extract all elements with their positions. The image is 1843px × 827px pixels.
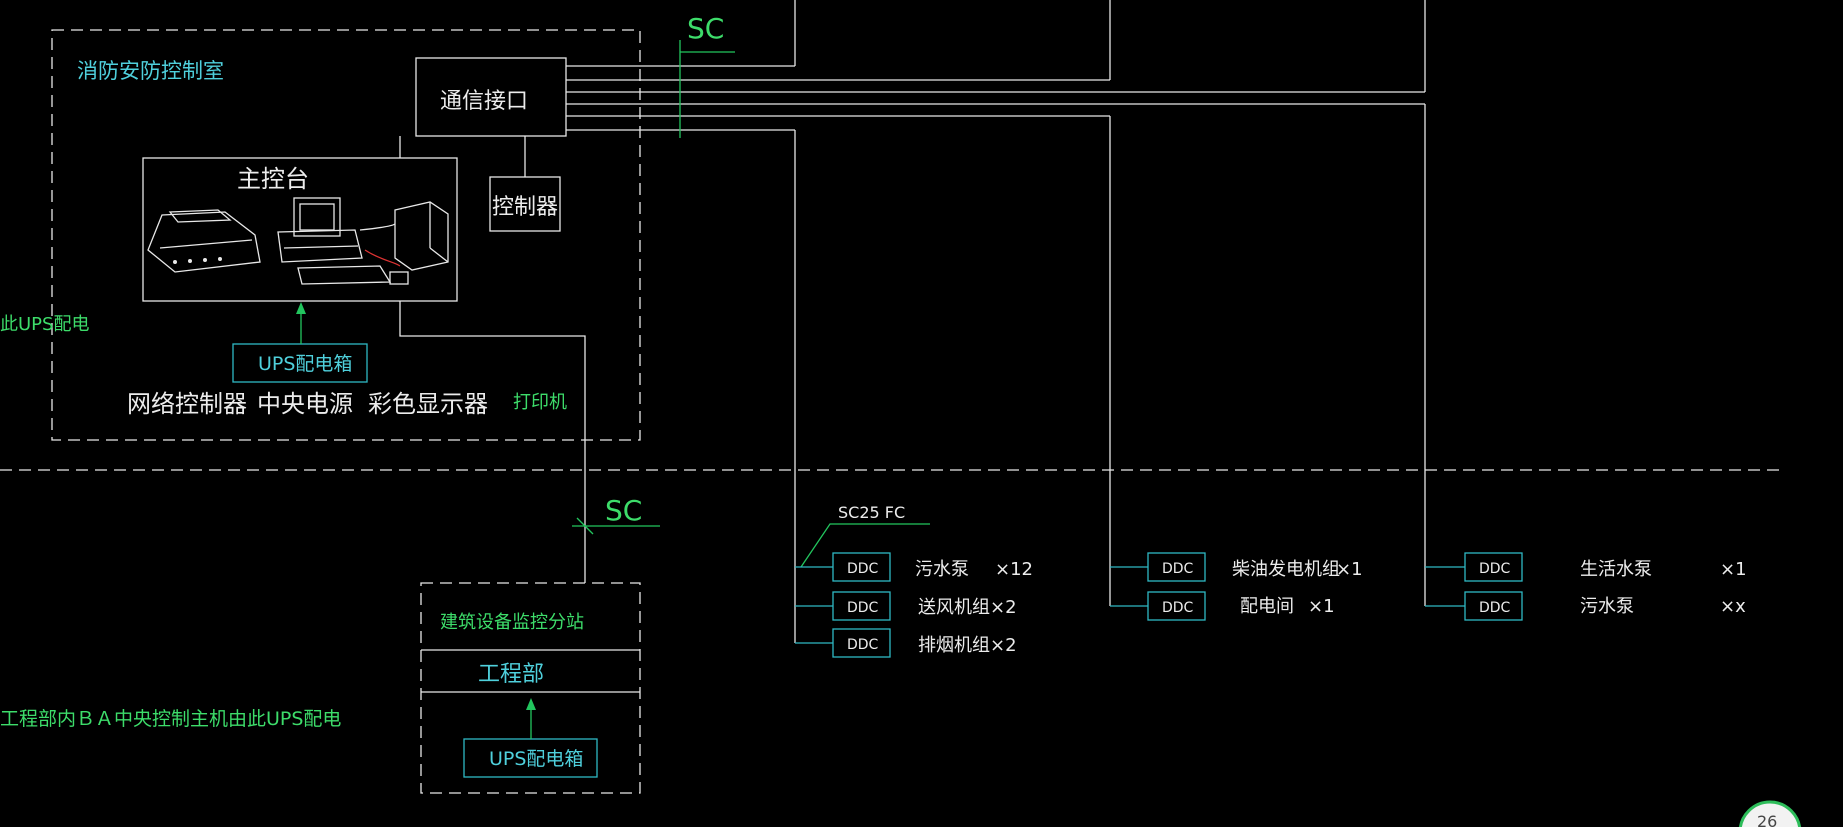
ddc-item-qty: ×2: [990, 635, 1017, 656]
label-color-display: 彩色显示器: [368, 390, 488, 418]
ba-note: 工程部内ＢＡ中央控制主机由此UPS配电: [0, 708, 341, 730]
ddc-item-name: 送风机组: [918, 597, 990, 618]
ddc-item-name: 污水泵: [915, 559, 969, 580]
computer-icon: [277, 197, 409, 285]
ups-label-control-room: UPS配电箱: [258, 353, 352, 375]
ddc-label: DDC: [847, 637, 879, 653]
ddc-label: DDC: [1162, 561, 1194, 577]
substation-dept: 工程部: [478, 662, 544, 687]
zoom-badge-label: 26: [1757, 812, 1777, 827]
ddc-group-3: DDC DDC 生活水泵 ×1 污水泵 ×x: [1425, 552, 1747, 621]
display-icon: [359, 201, 449, 271]
ddc-item-qty: ×2: [990, 597, 1017, 618]
ups-note: 此UPS配电: [0, 314, 89, 335]
ddc-label: DDC: [847, 561, 879, 577]
zoom-badge[interactable]: 26: [1738, 800, 1802, 827]
console-label: 主控台: [237, 165, 309, 193]
ddc-item-qty: ×x: [1720, 596, 1746, 617]
ddc-feed-label: SC25 FC: [838, 503, 905, 522]
ddc-label: DDC: [847, 600, 879, 616]
ddc-item-name: 配电间: [1240, 596, 1294, 617]
schematic-canvas: 消防安防控制室 通信接口 控制器 主控台 UPS配电箱 网络控制器 中央电源 彩…: [0, 0, 1802, 827]
ddc-item-qty: ×1: [1336, 559, 1363, 580]
comm-interface-label: 通信接口: [440, 89, 528, 114]
ddc-item-qty: ×12: [995, 559, 1033, 580]
link-to-substation: [399, 301, 586, 583]
ddc-item-qty: ×1: [1720, 559, 1747, 580]
printer-icon: [147, 209, 261, 273]
control-room-title: 消防安防控制室: [77, 59, 224, 83]
arrow-up-icon: [296, 302, 306, 314]
label-central-power: 中央电源: [257, 390, 353, 418]
bus-lines: [566, 0, 1426, 643]
substation-title: 建筑设备监控分站: [440, 612, 584, 633]
ddc-item-qty: ×1: [1308, 596, 1335, 617]
ups-label-substation: UPS配电箱: [489, 748, 583, 770]
arrow-up-icon: [526, 698, 536, 710]
ddc-group-2: DDC DDC 柴油发电机组 ×1 配电间 ×1: [1110, 552, 1363, 621]
conduit-mid-label: SC: [605, 494, 642, 527]
ddc-label: DDC: [1162, 600, 1194, 616]
ddc-item-name: 柴油发电机组: [1232, 559, 1340, 580]
control-room-boundary: [51, 29, 641, 441]
label-printer: 打印机: [513, 392, 567, 413]
conduit-top-label: SC: [687, 12, 724, 45]
ddc-item-name: 生活水泵: [1580, 559, 1652, 580]
ddc-label: DDC: [1479, 561, 1511, 577]
ddc-item-name: 污水泵: [1580, 596, 1634, 617]
ddc-label: DDC: [1479, 600, 1511, 616]
ddc-group-1: DDC DDC DDC 污水泵 ×12 送风机组 ×2 排烟机组 ×2: [795, 552, 1033, 658]
ddc-item-name: 排烟机组: [918, 635, 990, 656]
controller-label: 控制器: [492, 195, 558, 220]
label-network-controller: 网络控制器: [127, 390, 247, 418]
